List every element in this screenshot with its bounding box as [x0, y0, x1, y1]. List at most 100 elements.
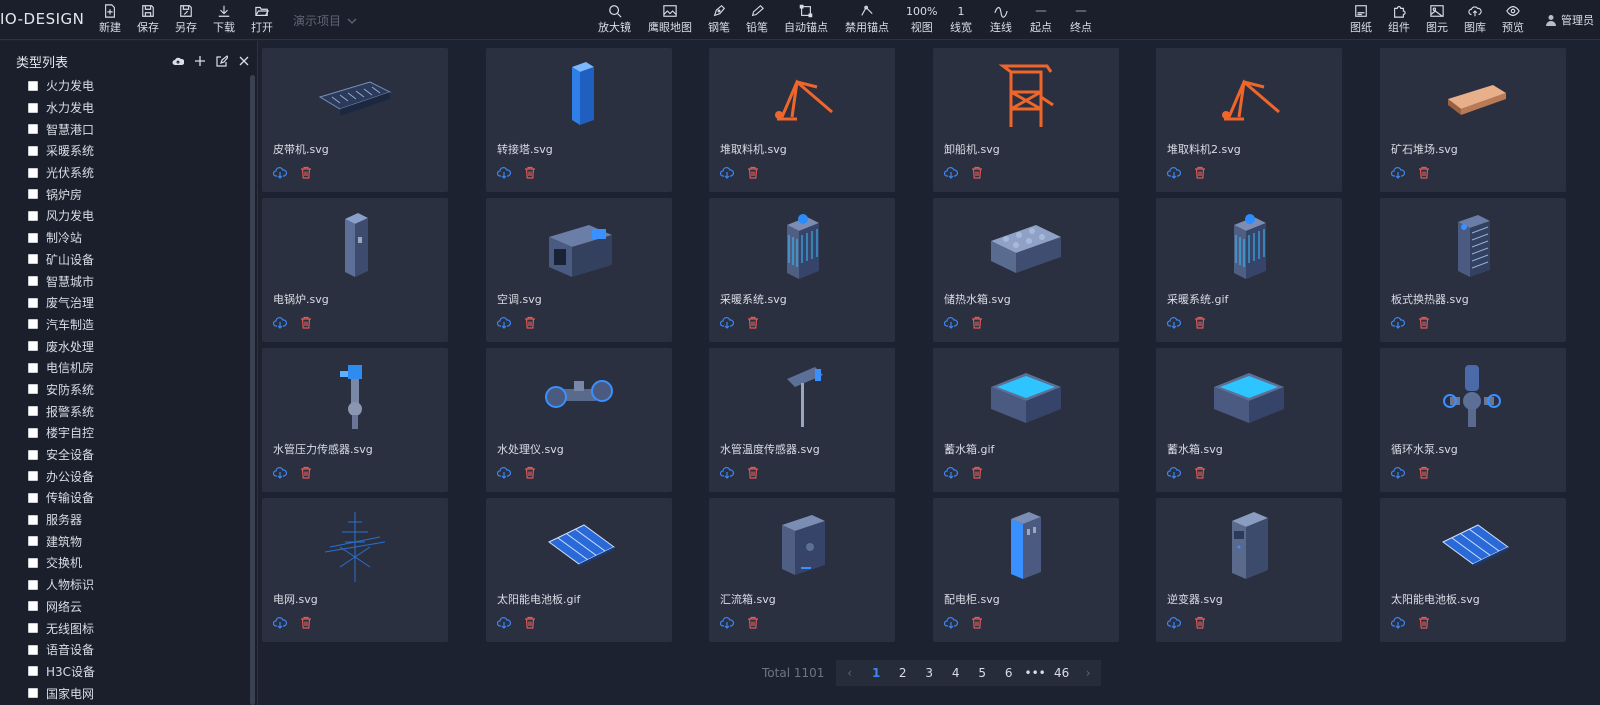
download-asset-button[interactable] — [1166, 314, 1182, 329]
auto-anchor-button[interactable]: 自动锚点 — [784, 4, 828, 36]
category-item[interactable]: 风力发电 — [28, 205, 244, 227]
save-button[interactable]: 保存 — [137, 4, 159, 36]
download-asset-button[interactable] — [1390, 314, 1406, 329]
asset-card[interactable]: 蓄水箱.svg — [1156, 348, 1342, 492]
preview-button[interactable]: 预览 — [1502, 4, 1524, 36]
sidebar-scrollbar[interactable] — [250, 75, 255, 705]
category-item[interactable]: 网络云 — [28, 596, 244, 618]
download-asset-button[interactable] — [1390, 464, 1406, 479]
add-category-button[interactable] — [194, 52, 206, 66]
category-checkbox[interactable] — [28, 514, 38, 525]
delete-asset-button[interactable] — [746, 464, 760, 479]
line-start-button[interactable]: 起点 — [1030, 4, 1052, 36]
category-checkbox[interactable] — [28, 406, 38, 417]
asset-card[interactable]: 采暖系统.gif — [1156, 198, 1342, 342]
category-item[interactable]: 制冷站 — [28, 227, 244, 249]
category-item[interactable]: 废气治理 — [28, 292, 244, 314]
category-item[interactable]: 报警系统 — [28, 400, 244, 422]
download-asset-button[interactable] — [1166, 614, 1182, 629]
primitive-button[interactable]: 图元 — [1426, 4, 1448, 36]
asset-card[interactable]: 循环水泵.svg — [1380, 348, 1566, 492]
category-item[interactable]: 交换机 — [28, 552, 244, 574]
category-item[interactable]: 水力发电 — [28, 97, 244, 119]
asset-card[interactable]: 太阳能电池板.gif — [486, 498, 672, 642]
download-asset-button[interactable] — [943, 164, 959, 179]
category-checkbox[interactable] — [28, 319, 38, 330]
download-asset-button[interactable] — [272, 314, 288, 329]
delete-asset-button[interactable] — [746, 614, 760, 629]
delete-asset-button[interactable] — [1193, 464, 1207, 479]
category-item[interactable]: 人物标识 — [28, 574, 244, 596]
asset-card[interactable]: 堆取料机.svg — [709, 48, 895, 192]
category-item[interactable]: 安防系统 — [28, 379, 244, 401]
category-item[interactable]: 无线图标 — [28, 617, 244, 639]
category-item[interactable]: 采暖系统 — [28, 140, 244, 162]
category-checkbox[interactable] — [28, 688, 38, 699]
open-button[interactable]: 打开 — [251, 4, 273, 36]
page-number[interactable]: 5 — [969, 660, 996, 686]
download-asset-button[interactable] — [943, 614, 959, 629]
category-item[interactable]: 办公设备 — [28, 465, 244, 487]
delete-asset-button[interactable] — [299, 314, 313, 329]
category-checkbox[interactable] — [28, 124, 38, 135]
download-asset-button[interactable] — [272, 464, 288, 479]
category-checkbox[interactable] — [28, 189, 38, 200]
asset-card[interactable]: 储热水箱.svg — [933, 198, 1119, 342]
category-checkbox[interactable] — [28, 623, 38, 634]
asset-card[interactable]: 逆变器.svg — [1156, 498, 1342, 642]
project-select[interactable]: 演示项目 — [293, 12, 357, 29]
category-checkbox[interactable] — [28, 232, 38, 243]
line-width-button[interactable]: 1 线宽 — [950, 4, 972, 36]
user-menu[interactable]: 管理员 — [1545, 12, 1594, 28]
download-asset-button[interactable] — [1390, 614, 1406, 629]
category-item[interactable]: 汽车制造 — [28, 314, 244, 336]
page-number[interactable]: 4 — [942, 660, 969, 686]
asset-card[interactable]: 水处理仪.svg — [486, 348, 672, 492]
download-asset-button[interactable] — [719, 164, 735, 179]
delete-asset-button[interactable] — [1193, 164, 1207, 179]
delete-asset-button[interactable] — [299, 614, 313, 629]
download-asset-button[interactable] — [1166, 164, 1182, 179]
category-item[interactable]: H3C设备 — [28, 661, 244, 683]
category-checkbox[interactable] — [28, 297, 38, 308]
download-button[interactable]: 下载 — [213, 4, 235, 36]
asset-card[interactable]: 汇流箱.svg — [709, 498, 895, 642]
gallery-button[interactable]: 图库 — [1464, 4, 1486, 36]
category-item[interactable]: 矿山设备 — [28, 249, 244, 271]
asset-card[interactable]: 电锅炉.svg — [262, 198, 448, 342]
delete-asset-button[interactable] — [523, 314, 537, 329]
category-item[interactable]: 废水处理 — [28, 335, 244, 357]
cloud-upload-button[interactable] — [172, 52, 185, 65]
download-asset-button[interactable] — [1166, 464, 1182, 479]
connect-line-button[interactable]: 连线 — [990, 4, 1012, 36]
download-asset-button[interactable] — [496, 464, 512, 479]
eagle-map-button[interactable]: 鹰眼地图 — [648, 4, 692, 36]
category-item[interactable]: 智慧港口 — [28, 118, 244, 140]
download-asset-button[interactable] — [496, 164, 512, 179]
delete-asset-button[interactable] — [1417, 164, 1431, 179]
category-checkbox[interactable] — [28, 471, 38, 482]
category-checkbox[interactable] — [28, 557, 38, 568]
line-end-button[interactable]: 终点 — [1070, 4, 1092, 36]
category-item[interactable]: 火力发电 — [28, 75, 244, 97]
pencil-button[interactable]: 铅笔 — [746, 4, 768, 36]
download-asset-button[interactable] — [496, 314, 512, 329]
category-item[interactable]: 光伏系统 — [28, 162, 244, 184]
delete-asset-button[interactable] — [1417, 464, 1431, 479]
category-checkbox[interactable] — [28, 80, 38, 91]
page-number[interactable]: 3 — [916, 660, 943, 686]
delete-asset-button[interactable] — [1193, 314, 1207, 329]
category-checkbox[interactable] — [28, 210, 38, 221]
download-asset-button[interactable] — [496, 614, 512, 629]
magnifier-button[interactable]: 放大镜 — [598, 4, 631, 36]
asset-card[interactable]: 卸船机.svg — [933, 48, 1119, 192]
download-asset-button[interactable] — [272, 164, 288, 179]
category-item[interactable]: 电信机房 — [28, 357, 244, 379]
asset-card[interactable]: 皮带机.svg — [262, 48, 448, 192]
delete-asset-button[interactable] — [746, 164, 760, 179]
delete-asset-button[interactable] — [746, 314, 760, 329]
asset-card[interactable]: 采暖系统.svg — [709, 198, 895, 342]
save-as-button[interactable]: 另存 — [175, 4, 197, 36]
category-item[interactable]: 安全设备 — [28, 444, 244, 466]
prev-page-icon[interactable]: ‹ — [836, 660, 863, 686]
